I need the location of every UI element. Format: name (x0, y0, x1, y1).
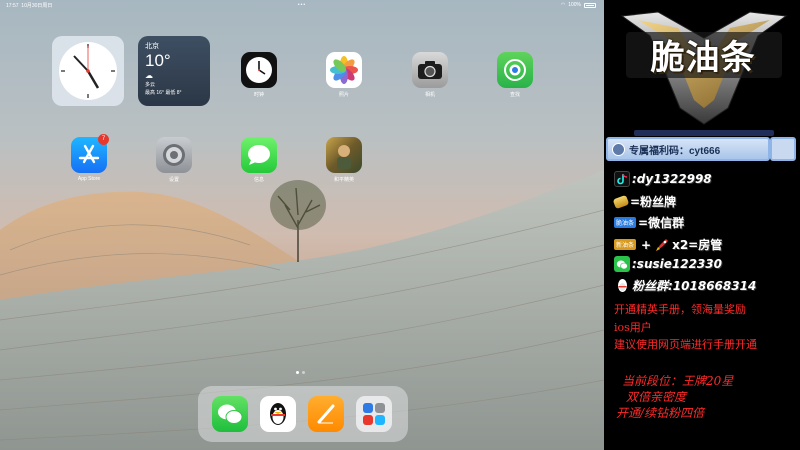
wechat-icon (218, 404, 243, 424)
ipad-home-screen: 17:57 10月30日周日 ••• ◠ 100% 北京 10° ☁ 多云 最高… (0, 0, 604, 450)
douyin-id: :dy1322998 (632, 172, 712, 186)
analog-clock-icon (59, 42, 117, 100)
clock-widget[interactable] (52, 36, 124, 106)
fans-tag: 新油条 (614, 239, 637, 250)
weather-widget[interactable]: 北京 10° ☁ 多云 最高 16° 最低 8° (138, 36, 210, 106)
app-messages[interactable]: 信息 (239, 137, 279, 183)
dock-pages[interactable] (308, 396, 344, 432)
weather-city: 北京 (145, 43, 159, 50)
dock-qq[interactable] (260, 396, 296, 432)
weather-range: 最高 16° 最低 8° (145, 90, 182, 96)
weather-condition: 多云 (145, 82, 156, 88)
app-settings[interactable]: 设置 (154, 137, 194, 183)
logo-subtitle-bar (634, 130, 774, 136)
fans-tag-text: 新油条 (616, 243, 635, 249)
app-label: 和平精英 (333, 177, 354, 183)
status-date: 10月30日周日 (21, 3, 53, 9)
app-library-icon (363, 403, 385, 425)
app-photos[interactable]: 照片 (324, 52, 364, 98)
fans-group-row: 粉丝群:1018668314 (614, 277, 756, 294)
page-indicator[interactable] (296, 371, 305, 374)
stream-overlay-panel: 脆油条 专属福利码：cyt666 :dy1322998 =粉丝牌 脆油条 =微信… (604, 0, 800, 450)
app-label: 照片 (338, 92, 349, 98)
cloud-icon: ☁ (145, 71, 153, 80)
douyin-row: :dy1322998 (614, 171, 712, 187)
dock (198, 386, 408, 442)
battery-icon (584, 2, 596, 8)
wechat-icon (614, 256, 630, 272)
promo-line-3: 建议使用网页端进行手册开通 (614, 338, 757, 351)
clock-app-icon (241, 52, 277, 88)
welfare-code-text: 专属福利码：cyt666 (629, 145, 721, 157)
avatar-icon (612, 142, 625, 156)
wechat-id-row: :susie122330 (614, 256, 722, 272)
banner-end-tab (770, 137, 796, 161)
fans-badge-icon (612, 194, 630, 209)
rocket-icon (654, 237, 670, 253)
find-my-icon (497, 52, 533, 88)
fans-group-text: 粉丝群:1018668314 (632, 279, 757, 293)
brand-logo-text: 脆油条 (650, 38, 756, 78)
plus-sign: + (641, 237, 652, 252)
messages-icon (241, 137, 277, 173)
status-bar: 17:57 10月30日周日 ••• ◠ 100% (0, 0, 604, 12)
app-app-store[interactable]: 7 App Store (69, 134, 109, 182)
app-label: 信息 (253, 177, 264, 183)
room-manager-text: x2=房管 (672, 238, 723, 252)
rank-line-1: 当前段位：王牌20星 (622, 374, 734, 388)
game-icon (326, 137, 362, 173)
wechat-group-row: 脆油条 =微信群 (614, 214, 684, 231)
dock-app-library[interactable] (356, 396, 392, 432)
app-label: 查找 (509, 92, 520, 98)
app-label: 相机 (424, 92, 435, 98)
app-find-my[interactable]: 查找 (495, 52, 535, 98)
app-peace-elite[interactable]: 和平精英 (324, 137, 364, 183)
weather-temp: 10° (145, 51, 171, 70)
multitask-dots[interactable]: ••• (298, 2, 306, 8)
settings-gear-icon (156, 137, 192, 173)
welfare-code-banner: 专属福利码：cyt666 (606, 137, 770, 161)
promo-line-1: 开通精英手册，领海量奖励 (614, 303, 746, 316)
promo-line-2: ios用户 (614, 321, 652, 334)
fans-badge-text: =粉丝牌 (630, 195, 677, 209)
app-store-icon: 7 (71, 134, 109, 173)
tiktok-icon (614, 171, 630, 187)
app-label: App Store (77, 176, 101, 182)
app-clock[interactable]: 时钟 (239, 52, 279, 98)
photos-icon (326, 52, 362, 88)
camera-icon (412, 52, 448, 88)
battery-percent: 100% (568, 2, 581, 8)
wechat-id: :susie122330 (632, 257, 722, 271)
app-label: 时钟 (253, 92, 264, 98)
qq-penguin-icon (270, 403, 286, 425)
brand-tag-text: 脆油条 (616, 221, 635, 227)
app-camera[interactable]: 相机 (410, 52, 450, 98)
rank-line-3: 开通/续钻粉四倍 (616, 406, 705, 420)
dock-wechat[interactable] (212, 396, 248, 432)
rank-line-2: 双倍亲密度 (626, 390, 687, 404)
notification-badge: 7 (98, 134, 109, 145)
pages-pen-icon (317, 404, 335, 424)
wechat-group-text: =微信群 (638, 216, 685, 230)
status-time: 17:57 (6, 3, 19, 9)
brand-tag: 脆油条 (614, 217, 637, 228)
qq-icon (614, 278, 630, 294)
app-label: 设置 (168, 177, 179, 183)
wifi-icon: ◠ (560, 2, 566, 8)
fans-badge-row: =粉丝牌 (612, 193, 677, 210)
room-manager-row: 新油条 + x2=房管 (614, 236, 722, 253)
